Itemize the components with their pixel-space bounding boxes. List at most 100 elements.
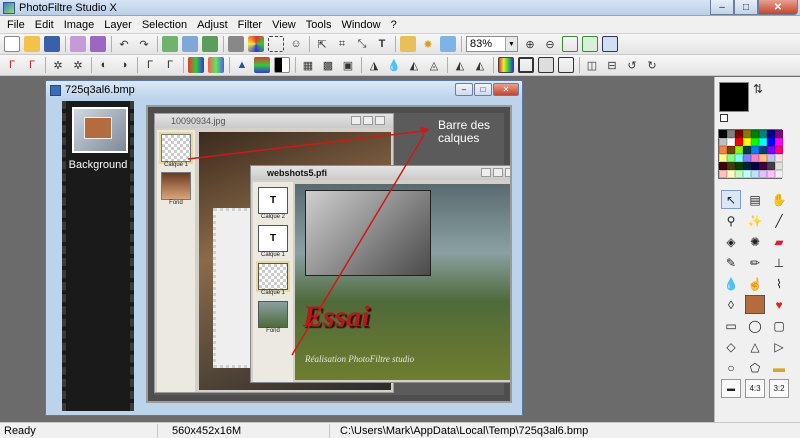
- text-icon[interactable]: T: [374, 36, 390, 52]
- soften-icon[interactable]: ◭: [406, 57, 422, 73]
- zoom-in-icon[interactable]: ⊕: [522, 36, 538, 52]
- fit-window-icon[interactable]: [562, 36, 578, 52]
- swatch[interactable]: [727, 130, 735, 138]
- brightness-down-icon[interactable]: ✲: [50, 57, 66, 73]
- flip-horizontal-icon[interactable]: ◫: [584, 57, 600, 73]
- swatch[interactable]: [775, 170, 783, 178]
- pencil-tool-icon[interactable]: ✏: [745, 253, 765, 272]
- save-icon[interactable]: [44, 36, 60, 52]
- blur-tool-icon[interactable]: 💧: [721, 274, 741, 293]
- swatch[interactable]: [759, 170, 767, 178]
- swatch[interactable]: [775, 130, 783, 138]
- print-icon[interactable]: [70, 36, 86, 52]
- color-grid-icon[interactable]: [248, 36, 264, 52]
- eyedropper-tool-icon[interactable]: ⚲: [721, 211, 741, 230]
- menu-selection[interactable]: Selection: [137, 16, 192, 34]
- swatch[interactable]: [719, 154, 727, 162]
- redo-icon[interactable]: ↷: [136, 36, 152, 52]
- swatch[interactable]: [735, 170, 743, 178]
- background-thumbnail[interactable]: [72, 107, 128, 153]
- frame-icon[interactable]: [518, 57, 534, 73]
- swatch[interactable]: [767, 170, 775, 178]
- swatch[interactable]: [719, 138, 727, 146]
- zoom-out-icon[interactable]: ⊖: [542, 36, 558, 52]
- swatch[interactable]: [767, 146, 775, 154]
- flip-vertical-icon[interactable]: ⊟: [604, 57, 620, 73]
- swatch[interactable]: [743, 162, 751, 170]
- swatch[interactable]: [719, 130, 727, 138]
- swatch[interactable]: [727, 146, 735, 154]
- magic-wand-icon[interactable]: ✨: [745, 211, 765, 230]
- swatch[interactable]: [735, 146, 743, 154]
- actual-size-icon[interactable]: [582, 36, 598, 52]
- swatch[interactable]: [727, 162, 735, 170]
- foreground-color-swatch[interactable]: [719, 82, 749, 112]
- rectangle-shape-icon[interactable]: ▭: [721, 316, 741, 335]
- paste-icon[interactable]: [182, 36, 198, 52]
- maximize-button[interactable]: □: [734, 0, 758, 15]
- blur-icon[interactable]: 💧: [386, 57, 402, 73]
- minimize-button[interactable]: –: [710, 0, 734, 15]
- triangle-shape-icon[interactable]: △: [745, 337, 765, 356]
- swatch[interactable]: [767, 154, 775, 162]
- menu-edit[interactable]: Edit: [30, 16, 59, 34]
- document-title-bar[interactable]: 725q3al6.bmp – □ ✕: [46, 81, 522, 99]
- ratio-3-2-icon[interactable]: 3:2: [769, 379, 789, 398]
- brush-tool-icon[interactable]: ✎: [721, 253, 741, 272]
- star-icon[interactable]: ✸: [420, 36, 436, 52]
- chevron-down-icon[interactable]: ▼: [505, 37, 517, 51]
- rounded-rect-shape-icon[interactable]: ▢: [769, 316, 789, 335]
- zoom-select[interactable]: 83% ▼: [466, 36, 518, 52]
- menu-help[interactable]: ?: [386, 16, 402, 34]
- fill-bucket-icon[interactable]: ◈: [721, 232, 741, 251]
- swatch[interactable]: [743, 146, 751, 154]
- reset-colors-icon[interactable]: [720, 114, 728, 122]
- gamma-down-icon[interactable]: Γ: [142, 57, 158, 73]
- swatch[interactable]: [775, 162, 783, 170]
- swatch[interactable]: [775, 154, 783, 162]
- selection-icon[interactable]: [268, 36, 284, 52]
- paste-new-icon[interactable]: [202, 36, 218, 52]
- new-file-icon[interactable]: [4, 36, 20, 52]
- swatch[interactable]: [759, 138, 767, 146]
- sharpen-icon[interactable]: ◮: [366, 57, 382, 73]
- fullscreen-icon[interactable]: [602, 36, 618, 52]
- swatch[interactable]: [775, 146, 783, 154]
- close-button[interactable]: ✕: [758, 0, 798, 15]
- undo-icon[interactable]: ↶: [116, 36, 132, 52]
- swatch[interactable]: [751, 138, 759, 146]
- auto-level-icon[interactable]: Γ: [4, 57, 20, 73]
- rotate-left-icon[interactable]: ↺: [624, 57, 640, 73]
- menu-filter[interactable]: Filter: [233, 16, 267, 34]
- swatch[interactable]: [751, 130, 759, 138]
- swatch[interactable]: [727, 154, 735, 162]
- copy-icon[interactable]: [162, 36, 178, 52]
- swatch[interactable]: [751, 146, 759, 154]
- histogram-icon[interactable]: ▲: [234, 57, 250, 73]
- line-tool-icon[interactable]: ╱: [769, 211, 789, 230]
- swatch[interactable]: [743, 130, 751, 138]
- menu-view[interactable]: View: [267, 16, 301, 34]
- swatch[interactable]: [735, 162, 743, 170]
- swatch[interactable]: [751, 154, 759, 162]
- image-canvas[interactable]: 10090934.jpg Calque 1 Fond webshots5.pfi…: [146, 105, 512, 403]
- saturation-up-icon[interactable]: [208, 57, 224, 73]
- gradient-icon[interactable]: [498, 57, 514, 73]
- soft-light-icon[interactable]: ◭: [452, 57, 468, 73]
- hard-light-icon[interactable]: ◭: [472, 57, 488, 73]
- lasso-tool-icon[interactable]: ○: [721, 358, 741, 377]
- swatch[interactable]: [751, 170, 759, 178]
- auto-contrast-icon[interactable]: Γ: [24, 57, 40, 73]
- eraser-tool-icon[interactable]: ▰: [769, 232, 789, 251]
- pixel-icon[interactable]: ▣: [340, 57, 356, 73]
- swatch[interactable]: [759, 130, 767, 138]
- swatch[interactable]: [767, 130, 775, 138]
- ratio-4-3-icon[interactable]: 4:3: [745, 379, 765, 398]
- swatch[interactable]: [743, 170, 751, 178]
- swatch[interactable]: [727, 138, 735, 146]
- swatch[interactable]: [767, 138, 775, 146]
- swatch[interactable]: [719, 146, 727, 154]
- doc-close-button[interactable]: ✕: [493, 83, 519, 96]
- person-icon[interactable]: ☺: [288, 36, 304, 52]
- rotate-right-icon[interactable]: ↻: [644, 57, 660, 73]
